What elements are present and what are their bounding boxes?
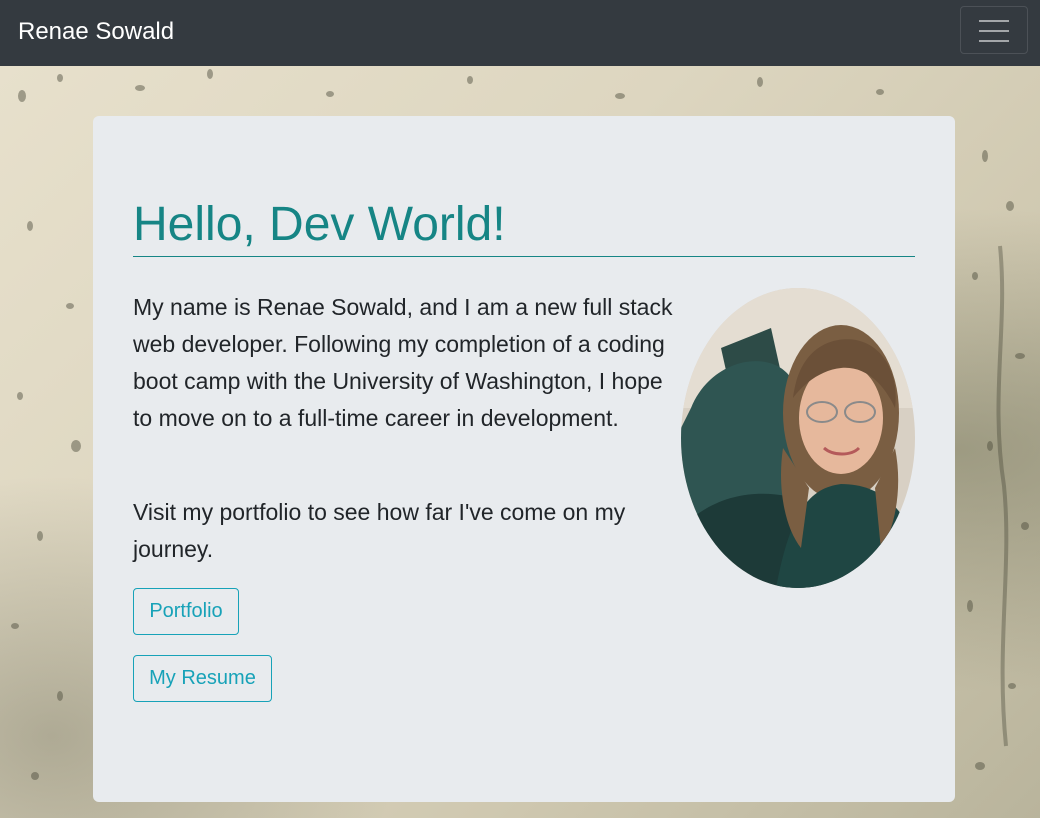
- visit-paragraph: Visit my portfolio to see how far I've c…: [133, 499, 626, 562]
- intro-jumbotron: Hello, Dev World! My name is Renae Sowal…: [93, 116, 955, 802]
- page-title: Hello, Dev World!: [133, 196, 915, 257]
- navbar-brand[interactable]: Renae Sowald: [18, 17, 174, 47]
- intro-paragraph: My name is Renae Sowald, and I am a new …: [133, 294, 673, 431]
- profile-photo: [681, 288, 915, 588]
- navbar-toggler-button[interactable]: [960, 6, 1028, 54]
- top-navbar: Renae Sowald: [0, 0, 1040, 66]
- hamburger-menu-icon: [979, 20, 1009, 42]
- resume-button[interactable]: My Resume: [133, 655, 272, 702]
- portfolio-button[interactable]: Portfolio: [133, 588, 239, 635]
